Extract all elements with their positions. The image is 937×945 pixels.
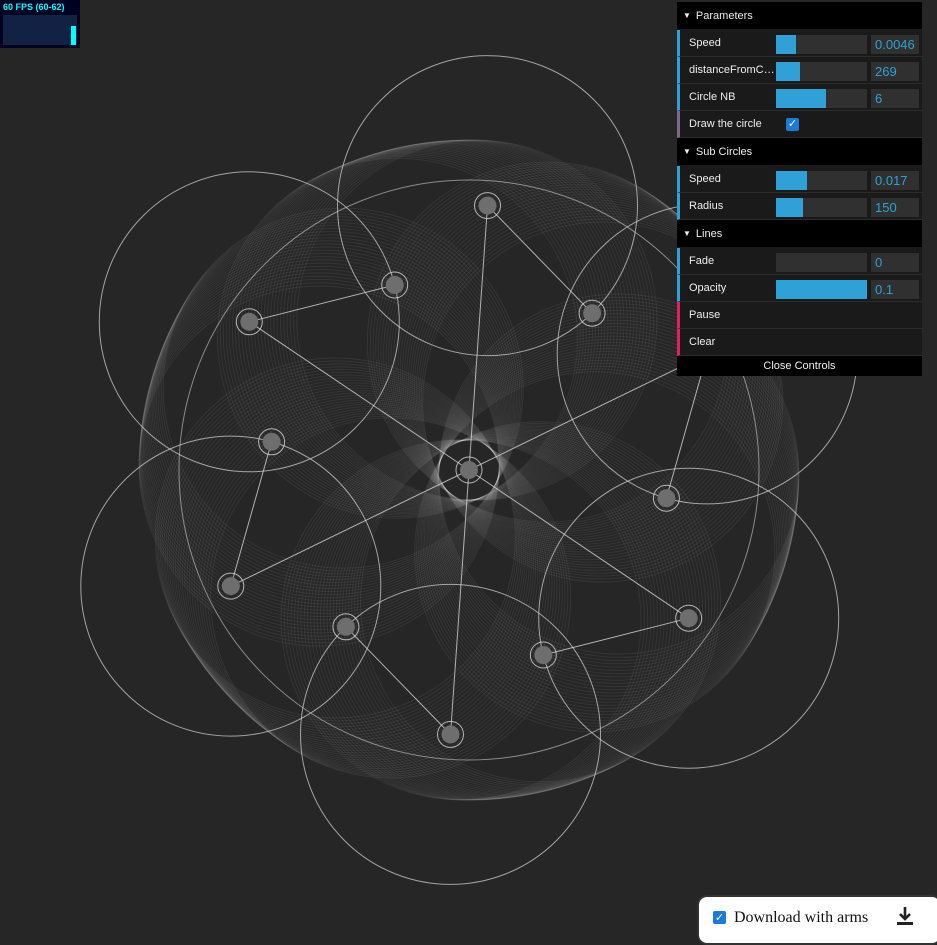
radius-input[interactable]: 150 <box>871 198 919 217</box>
node-dot <box>240 312 259 331</box>
node-dot <box>460 461 478 479</box>
sub-speed-input[interactable]: 0.017 <box>871 171 919 190</box>
download-arms-checkbox[interactable]: ✓ <box>713 911 726 924</box>
control-opacity-label: Opacity <box>689 282 727 294</box>
node-dot <box>385 276 404 294</box>
circle-nb-input[interactable]: 6 <box>871 89 919 108</box>
node-dot <box>441 725 460 744</box>
circle-nb-slider-fill <box>776 89 827 108</box>
pause-button-label: Pause <box>689 309 721 321</box>
sub-speed-slider[interactable] <box>776 171 867 190</box>
opacity-slider[interactable] <box>776 280 867 299</box>
speed-slider-fill <box>776 35 797 54</box>
sub-arm-line <box>487 205 593 314</box>
fps-label: 60 FPS (60-62) <box>3 2 65 12</box>
distance-slider[interactable] <box>776 62 867 81</box>
fade-input[interactable]: 0 <box>871 253 919 272</box>
control-draw-circle-label: Draw the circle <box>689 118 762 130</box>
sub-speed-slider-fill <box>776 171 807 190</box>
fps-graph <box>3 15 77 45</box>
fps-bar <box>71 26 76 45</box>
control-distance: distanceFromCenter 269 <box>677 57 922 84</box>
caret-down-icon: ▼ <box>683 147 691 156</box>
node-dot <box>336 617 355 636</box>
speed-input[interactable]: 0.0046 <box>871 35 919 54</box>
download-panel: ✓ Download with arms <box>697 895 937 945</box>
caret-down-icon: ▼ <box>683 229 691 238</box>
distance-slider-fill <box>776 62 800 81</box>
radius-slider[interactable] <box>776 198 867 217</box>
radius-slider-fill <box>776 198 804 217</box>
control-circle-nb-label: Circle NB <box>689 91 736 103</box>
draw-circle-checkbox[interactable]: ✓ <box>786 118 799 131</box>
folder-parameters[interactable]: ▼ Parameters <box>677 2 922 30</box>
control-sub-speed: Speed 0.017 <box>677 166 922 193</box>
download-arms-label: Download with arms <box>734 909 869 926</box>
fps-monitor[interactable]: 60 FPS (60-62) <box>0 0 80 48</box>
node-dot <box>478 196 497 215</box>
control-radius: Radius 150 <box>677 193 922 220</box>
sub-arm-line <box>345 626 451 735</box>
caret-down-icon: ▼ <box>683 11 691 20</box>
node-dot <box>657 489 676 508</box>
distance-input[interactable]: 269 <box>871 62 919 81</box>
control-speed: Speed 0.0046 <box>677 30 922 57</box>
control-draw-circle[interactable]: Draw the circle ✓ <box>677 111 922 138</box>
controls-panel: ▼ Parameters Speed 0.0046 distanceFromCen… <box>677 2 922 376</box>
circle-nb-slider[interactable] <box>776 89 867 108</box>
control-distance-label: distanceFromCenter <box>689 64 777 76</box>
control-opacity: Opacity 0.1 <box>677 275 922 302</box>
control-circle-nb: Circle NB 6 <box>677 84 922 111</box>
folder-lines-title: Lines <box>695 228 723 240</box>
node-dot <box>262 432 281 451</box>
node-dot <box>534 646 553 664</box>
control-fade-label: Fade <box>689 255 715 267</box>
pause-button[interactable]: Pause <box>677 302 922 329</box>
control-fade: Fade 0 <box>677 248 922 275</box>
control-sub-speed-label: Speed <box>689 173 721 185</box>
control-radius-label: Radius <box>689 200 724 212</box>
clear-button[interactable]: Clear <box>677 329 922 356</box>
close-controls-button[interactable]: Close Controls <box>677 356 922 376</box>
control-speed-label: Speed <box>689 37 721 49</box>
folder-sub-circles-title: Sub Circles <box>695 146 753 158</box>
node-dot <box>679 609 698 628</box>
fade-slider[interactable] <box>776 253 867 272</box>
node-dot <box>583 304 602 323</box>
folder-sub-circles[interactable]: ▼ Sub Circles <box>677 138 922 166</box>
opacity-input[interactable]: 0.1 <box>871 280 919 299</box>
opacity-slider-fill <box>776 280 867 299</box>
folder-lines[interactable]: ▼ Lines <box>677 220 922 248</box>
clear-button-label: Clear <box>689 336 716 348</box>
speed-slider[interactable] <box>776 35 867 54</box>
node-dot <box>221 577 240 596</box>
folder-parameters-title: Parameters <box>695 10 753 22</box>
download-icon[interactable] <box>895 905 915 927</box>
